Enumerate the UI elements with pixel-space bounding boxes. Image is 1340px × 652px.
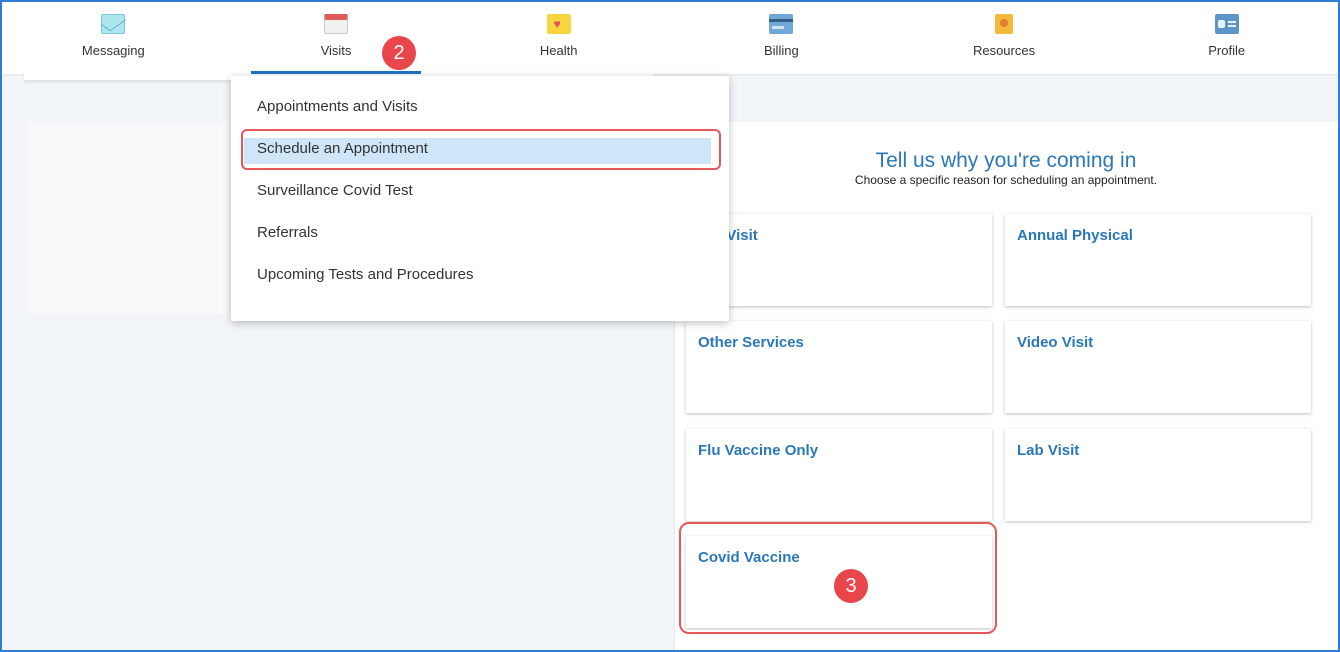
- top-nav: Messaging Visits ♥ Health Billing Resour…: [2, 2, 1338, 74]
- reason-card-other-services[interactable]: Other Services: [686, 321, 992, 413]
- visits-dropdown-menu: Appointments and Visits Schedule an Appo…: [231, 76, 729, 321]
- credit-card-icon: [769, 14, 794, 34]
- calendar-icon: [324, 14, 348, 34]
- nav-profile[interactable]: Profile: [1115, 2, 1338, 74]
- nav-label-health: Health: [539, 43, 578, 58]
- menu-item-label: Surveillance Covid Test: [257, 182, 413, 199]
- reason-label: Annual Physical: [1017, 227, 1133, 244]
- nav-messaging[interactable]: Messaging: [2, 2, 225, 74]
- reason-card-return-visit[interactable]: urn Visit: [686, 214, 992, 306]
- reason-label: Video Visit: [1017, 334, 1094, 351]
- menu-item-label: Schedule an Appointment: [257, 140, 428, 157]
- menu-item-appointments[interactable]: Appointments and Visits: [231, 96, 729, 138]
- nav-label-visits: Visits: [320, 43, 352, 58]
- reason-label: Other Services: [698, 334, 804, 351]
- menu-item-upcoming-tests[interactable]: Upcoming Tests and Procedures: [231, 264, 729, 306]
- step-3-badge: 3: [834, 569, 868, 603]
- nav-visits[interactable]: Visits: [225, 2, 448, 74]
- page-title: Tell us why you're coming in: [875, 149, 1137, 172]
- reason-label: Lab Visit: [1017, 442, 1080, 459]
- menu-item-surveillance[interactable]: Surveillance Covid Test: [231, 180, 729, 222]
- reason-card-lab-visit[interactable]: Lab Visit: [1005, 429, 1311, 521]
- nav-health[interactable]: ♥ Health: [447, 2, 670, 74]
- nav-label-messaging: Messaging: [81, 43, 145, 58]
- reason-card-annual-physical[interactable]: Annual Physical: [1005, 214, 1311, 306]
- left-panel: [28, 122, 228, 314]
- app-frame: Messaging Visits ♥ Health Billing Resour…: [0, 0, 1340, 652]
- menu-item-schedule[interactable]: Schedule an Appointment: [231, 138, 729, 180]
- menu-item-label: Referrals: [257, 224, 318, 241]
- nav-resources[interactable]: Resources: [893, 2, 1116, 74]
- reason-card-video-visit[interactable]: Video Visit: [1005, 321, 1311, 413]
- reason-label: Covid Vaccine: [698, 549, 800, 566]
- nav-label-billing: Billing: [764, 43, 799, 58]
- page-subtitle: Choose a specific reason for scheduling …: [854, 173, 1158, 187]
- heart-folder-icon: ♥: [546, 14, 571, 34]
- id-card-icon: [1214, 14, 1239, 34]
- step-2-badge: 2: [382, 36, 416, 70]
- envelope-icon: [101, 14, 126, 34]
- nav-label-resources: Resources: [972, 43, 1036, 58]
- reason-card-flu-vaccine[interactable]: Flu Vaccine Only: [686, 429, 992, 521]
- reason-heading: Tell us why you're coming in Choose a sp…: [674, 149, 1338, 187]
- book-icon: [995, 14, 1014, 34]
- nav-label-profile: Profile: [1208, 43, 1246, 58]
- reason-label: Flu Vaccine Only: [698, 442, 819, 459]
- menu-item-label: Appointments and Visits: [257, 98, 418, 115]
- nav-billing[interactable]: Billing: [670, 2, 893, 74]
- menu-item-label: Upcoming Tests and Procedures: [257, 266, 474, 283]
- menu-item-referrals[interactable]: Referrals: [231, 222, 729, 264]
